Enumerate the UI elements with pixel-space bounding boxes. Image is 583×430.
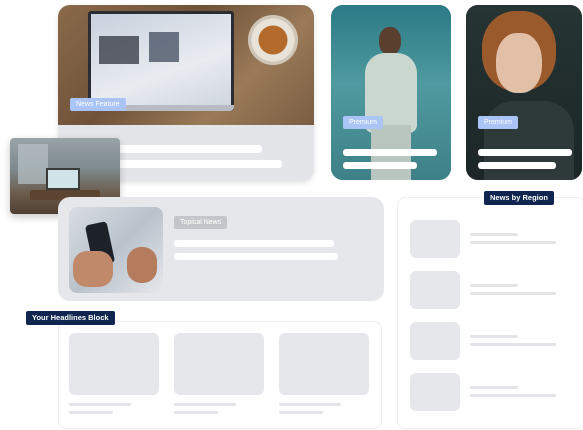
region-item-thumb [410,322,460,360]
headline-item-thumb [69,333,159,395]
text-placeholder [69,411,113,414]
text-placeholder [478,162,556,169]
text-placeholder [174,403,236,406]
text-placeholder [279,411,323,414]
text-placeholder [470,233,518,236]
premium-label-2: Premium [478,116,519,129]
topical-news-card[interactable]: Topical News [58,197,384,301]
text-placeholder [343,162,417,169]
headline-item-thumb [174,333,264,395]
region-item-thumb [410,220,460,258]
text-placeholder [343,149,437,156]
headlines-block-label: Your Headlines Block [26,311,115,325]
topical-news-label: Topical News [174,216,228,229]
headline-item-thumb [279,333,369,395]
laptop-screen [88,11,234,111]
region-item-thumb [410,373,460,411]
text-placeholder [470,292,556,295]
text-placeholder [174,253,338,260]
text-placeholder [69,403,131,406]
phone-in-hand-photo [69,207,163,293]
text-placeholder [478,149,572,156]
premium-card-2[interactable]: Premium [466,5,582,180]
tea-cup [248,15,298,65]
news-by-region-label: News by Region [484,191,554,205]
premium-label-1: Premium [343,116,384,129]
text-placeholder [470,394,556,397]
premium-card-1[interactable]: Premium [331,5,451,180]
text-placeholder [470,284,518,287]
text-placeholder [470,335,518,338]
text-placeholder [174,411,218,414]
text-placeholder [174,240,334,247]
text-placeholder [470,241,556,244]
region-item-thumb [410,271,460,309]
news-feature-label: News Feature [70,98,126,111]
text-placeholder [279,403,341,406]
text-placeholder [470,386,518,389]
text-placeholder [470,343,556,346]
